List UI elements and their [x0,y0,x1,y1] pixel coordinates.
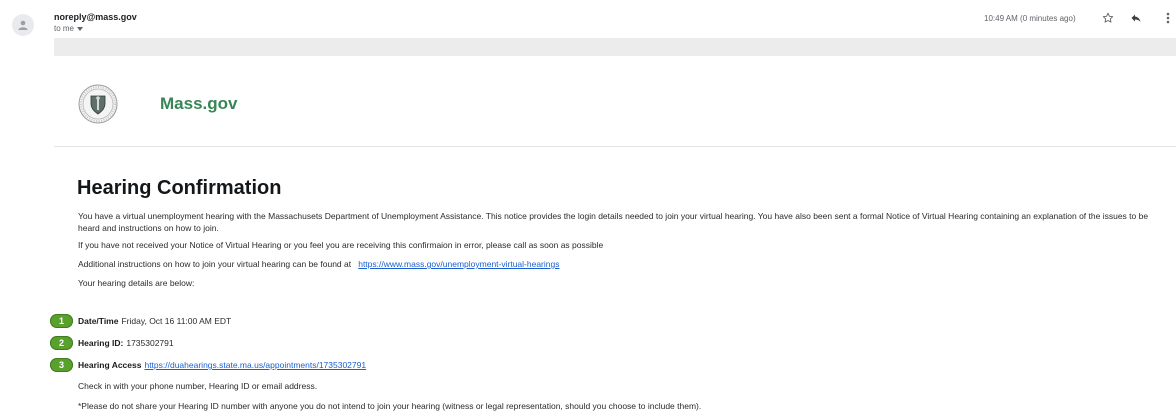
sender-avatar[interactable] [12,14,34,36]
sender-address[interactable]: noreply@mass.gov [54,12,137,22]
hearing-access-row: 3 Hearing Access https://duahearings.sta… [50,358,366,372]
email-banner-bar [54,38,1176,56]
hearing-id-row: 2 Hearing ID: 1735302791 [50,336,174,350]
datetime-label: Date/Time [78,316,119,326]
star-icon [1102,12,1114,23]
more-vert-icon [1166,12,1170,24]
checkin-instructions: Check in with your phone number, Hearing… [78,381,318,391]
email-body: You have a virtual unemployment hearing … [78,210,1168,289]
hearing-access-link[interactable]: https://duahearings.state.ma.us/appointm… [144,360,366,370]
instructions-paragraph: Additional instructions on how to join y… [78,258,1168,270]
reply-icon [1131,14,1141,22]
hearing-datetime-row: 1 Date/Time Friday, Oct 16 11:00 AM EDT [50,314,231,328]
step-badge: 1 [50,314,73,328]
hearing-id-label: Hearing ID: [78,338,124,348]
more-options-button[interactable] [1162,10,1174,26]
step-badge: 3 [50,358,73,372]
error-contact-paragraph: If you have not received your Notice of … [78,240,604,250]
privacy-note: *Please do not share your Hearing ID num… [78,401,702,411]
email-title: Hearing Confirmation [77,177,282,199]
header-divider [54,146,1176,147]
hearing-access-label: Hearing Access [78,360,142,370]
timestamp: 10:49 AM (0 minutes ago) [984,14,1076,23]
avatar-icon [18,20,28,30]
virtual-hearings-link[interactable]: https://www.mass.gov/unemployment-virtua… [358,259,559,269]
recipient-label: to me [54,24,75,33]
instructions-text: Additional instructions on how to join y… [78,259,352,269]
star-button[interactable] [1100,10,1116,26]
email-header: noreply@mass.gov to me 10:49 AM (0 minut… [0,0,1176,36]
step-badge: 2 [50,336,73,350]
intro-paragraph: You have a virtual unemployment hearing … [78,211,1149,233]
hearing-id-value: 1735302791 [126,338,174,348]
brand-name[interactable]: Mass.gov [160,94,237,114]
brand-header: Mass.gov [78,84,237,124]
recipient-details-toggle[interactable]: to me [54,24,84,33]
datetime-value: Friday, Oct 16 11:00 AM EDT [121,316,232,326]
details-intro: Your hearing details are below: [78,278,195,288]
massachusetts-seal-icon [78,84,118,124]
chevron-down-icon [77,26,84,31]
reply-button[interactable] [1128,10,1144,26]
